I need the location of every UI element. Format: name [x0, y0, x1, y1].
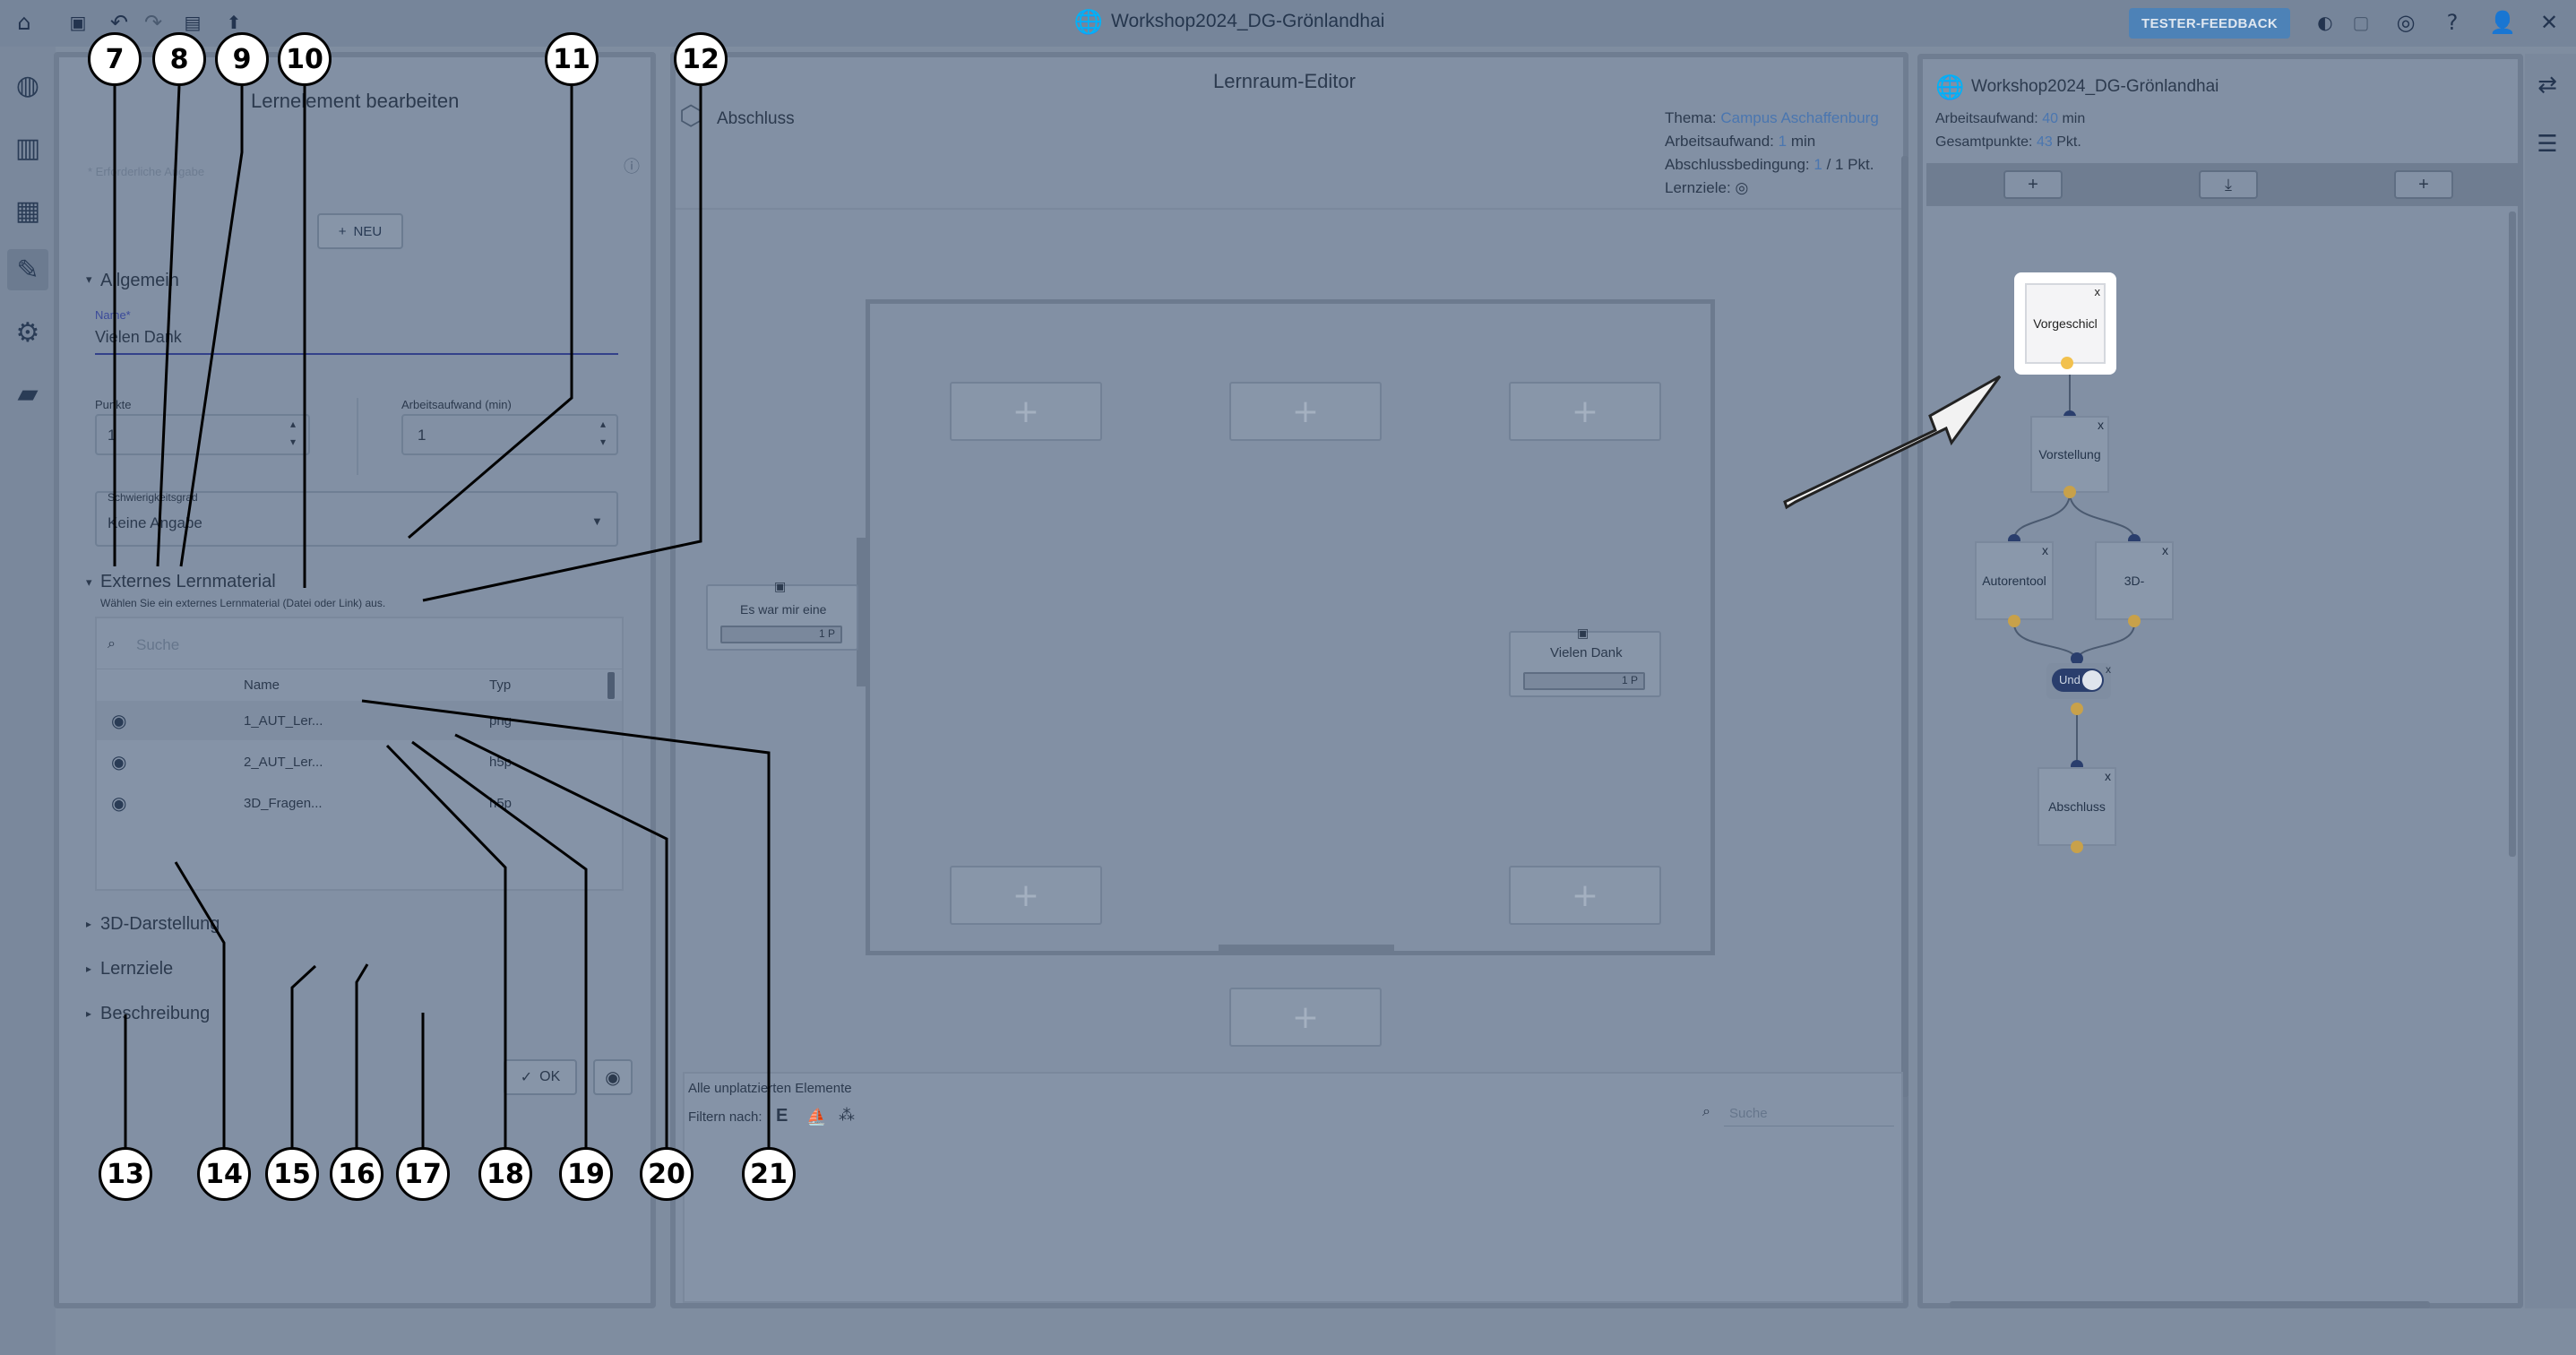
callout-badge: 8 — [152, 32, 206, 86]
callout-leader-lines — [113, 85, 771, 1163]
callout-badge: 11 — [545, 32, 599, 86]
callout-badge: 16 — [330, 1147, 383, 1201]
callout-badge: 18 — [478, 1147, 532, 1201]
callout-badge: 17 — [396, 1147, 450, 1201]
callout-badge: 21 — [742, 1147, 796, 1201]
callout-badge: 15 — [265, 1147, 319, 1201]
callout-badge: 13 — [99, 1147, 152, 1201]
callout-badge: 12 — [674, 32, 728, 86]
callout-badge: 20 — [640, 1147, 694, 1201]
callout-badge: 7 — [88, 32, 142, 86]
callout-badge: 10 — [278, 32, 332, 86]
callout-badge: 19 — [559, 1147, 613, 1201]
callout-badge: 14 — [197, 1147, 251, 1201]
callout-badge: 9 — [215, 32, 269, 86]
